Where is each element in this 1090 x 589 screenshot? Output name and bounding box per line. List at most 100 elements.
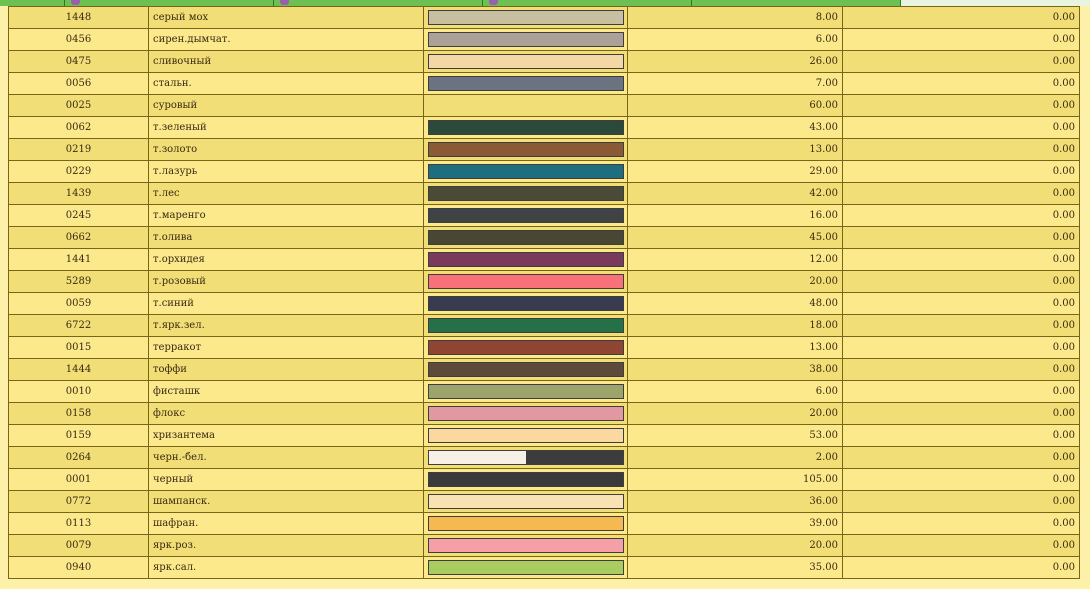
table-row[interactable]: 1444 тоффи 38.00 0.00 [8, 358, 1080, 381]
table-row[interactable]: 0456 сирен.дымчат. 6.00 0.00 [8, 28, 1080, 51]
color-name-cell: суровый [148, 94, 424, 117]
table-body: 1448 серый мох 8.00 0.00 0456 сирен.дымчат. 6.… [8, 6, 1080, 579]
color-code-cell: 0159 [8, 424, 149, 447]
color-swatch [428, 318, 624, 333]
color-swatch [428, 406, 624, 421]
color-swatch-cell [423, 424, 628, 447]
quantity-cell: 20.00 [627, 534, 843, 557]
color-name-cell: т.зеленый [148, 116, 424, 139]
color-name-cell: сливочный [148, 50, 424, 73]
color-swatch [428, 208, 624, 223]
table-row[interactable]: 5289 т.розовый 20.00 0.00 [8, 270, 1080, 293]
table-row[interactable]: 0113 шафран. 39.00 0.00 [8, 512, 1080, 535]
color-swatch-cell [423, 402, 628, 425]
amount-cell: 0.00 [842, 116, 1080, 139]
color-swatch-cell [423, 50, 628, 73]
table-row[interactable]: 0010 фисташк 6.00 0.00 [8, 380, 1080, 403]
color-name-cell: фисташк [148, 380, 424, 403]
table-row[interactable]: 0940 ярк.сал. 35.00 0.00 [8, 556, 1080, 579]
color-name-cell: черный [148, 468, 424, 491]
color-swatch [428, 186, 624, 201]
table-row[interactable]: 0772 шампанск. 36.00 0.00 [8, 490, 1080, 513]
amount-cell: 0.00 [842, 534, 1080, 557]
table-row[interactable]: 6722 т.ярк.зел. 18.00 0.00 [8, 314, 1080, 337]
color-swatch [428, 472, 624, 487]
color-name-cell: терракот [148, 336, 424, 359]
table-row[interactable]: 0219 т.золото 13.00 0.00 [8, 138, 1080, 161]
table-row[interactable]: 0264 черн.-бел. 2.00 0.00 [8, 446, 1080, 469]
table-row[interactable]: 0001 черный 105.00 0.00 [8, 468, 1080, 491]
color-swatch [428, 76, 624, 91]
color-code-cell: 1441 [8, 248, 149, 271]
amount-cell: 0.00 [842, 490, 1080, 513]
color-code-cell: 6722 [8, 314, 149, 337]
amount-cell: 0.00 [842, 424, 1080, 447]
table-row[interactable]: 1441 т.орхидея 12.00 0.00 [8, 248, 1080, 271]
table-row[interactable]: 0025 суровый 60.00 0.00 [8, 94, 1080, 117]
color-swatch [428, 120, 624, 135]
color-code-cell: 0264 [8, 446, 149, 469]
table-row[interactable]: 0056 стальн. 7.00 0.00 [8, 72, 1080, 95]
color-name-cell: стальн. [148, 72, 424, 95]
color-swatch-cell [423, 160, 628, 183]
color-name-cell: хризантема [148, 424, 424, 447]
color-swatch-cell [423, 138, 628, 161]
quantity-cell: 16.00 [627, 204, 843, 227]
color-name-cell: ярк.роз. [148, 534, 424, 557]
amount-cell: 0.00 [842, 446, 1080, 469]
amount-cell: 0.00 [842, 72, 1080, 95]
color-swatch-cell [423, 270, 628, 293]
quantity-cell: 6.00 [627, 380, 843, 403]
color-code-cell: 0079 [8, 534, 149, 557]
quantity-cell: 45.00 [627, 226, 843, 249]
color-name-cell: т.синий [148, 292, 424, 315]
color-name-cell: серый мох [148, 6, 424, 29]
table-row[interactable]: 1439 т.лес 42.00 0.00 [8, 182, 1080, 205]
color-name-cell: т.орхидея [148, 248, 424, 271]
color-swatch-cell [423, 94, 628, 117]
color-swatch-cell [423, 336, 628, 359]
amount-cell: 0.00 [842, 226, 1080, 249]
color-code-cell: 0772 [8, 490, 149, 513]
tab-favicon-icon [489, 0, 498, 5]
table-row[interactable]: 0059 т.синий 48.00 0.00 [8, 292, 1080, 315]
color-swatch-cell [423, 512, 628, 535]
tab-favicon-icon [71, 0, 80, 5]
color-swatch-cell [423, 226, 628, 249]
color-swatch-cell [423, 380, 628, 403]
table-row[interactable]: 0079 ярк.роз. 20.00 0.00 [8, 534, 1080, 557]
quantity-cell: 43.00 [627, 116, 843, 139]
amount-cell: 0.00 [842, 336, 1080, 359]
color-swatch [428, 538, 624, 553]
color-name-cell: тоффи [148, 358, 424, 381]
table-row[interactable]: 0475 сливочный 26.00 0.00 [8, 50, 1080, 73]
color-code-cell: 0940 [8, 556, 149, 579]
table-row[interactable]: 0015 терракот 13.00 0.00 [8, 336, 1080, 359]
table-row[interactable]: 0062 т.зеленый 43.00 0.00 [8, 116, 1080, 139]
quantity-cell: 48.00 [627, 292, 843, 315]
color-name-cell: т.лазурь [148, 160, 424, 183]
table-row[interactable]: 0159 хризантема 53.00 0.00 [8, 424, 1080, 447]
table-row[interactable]: 0245 т.маренго 16.00 0.00 [8, 204, 1080, 227]
color-code-cell: 0062 [8, 116, 149, 139]
color-code-cell: 0158 [8, 402, 149, 425]
color-swatch-cell [423, 248, 628, 271]
quantity-cell: 2.00 [627, 446, 843, 469]
color-name-cell: флокс [148, 402, 424, 425]
color-swatch-cell [423, 314, 628, 337]
table-row[interactable]: 0662 т.олива 45.00 0.00 [8, 226, 1080, 249]
color-code-cell: 0059 [8, 292, 149, 315]
color-name-cell: шафран. [148, 512, 424, 535]
table-row[interactable]: 0158 флокс 20.00 0.00 [8, 402, 1080, 425]
quantity-cell: 36.00 [627, 490, 843, 513]
table-row[interactable]: 0229 т.лазурь 29.00 0.00 [8, 160, 1080, 183]
color-code-cell: 1444 [8, 358, 149, 381]
color-swatch-cell [423, 490, 628, 513]
quantity-cell: 105.00 [627, 468, 843, 491]
color-swatch-cell [423, 534, 628, 557]
amount-cell: 0.00 [842, 358, 1080, 381]
color-name-cell: т.лес [148, 182, 424, 205]
table-row[interactable]: 1448 серый мох 8.00 0.00 [8, 6, 1080, 29]
color-code-cell: 0015 [8, 336, 149, 359]
color-code-cell: 0113 [8, 512, 149, 535]
